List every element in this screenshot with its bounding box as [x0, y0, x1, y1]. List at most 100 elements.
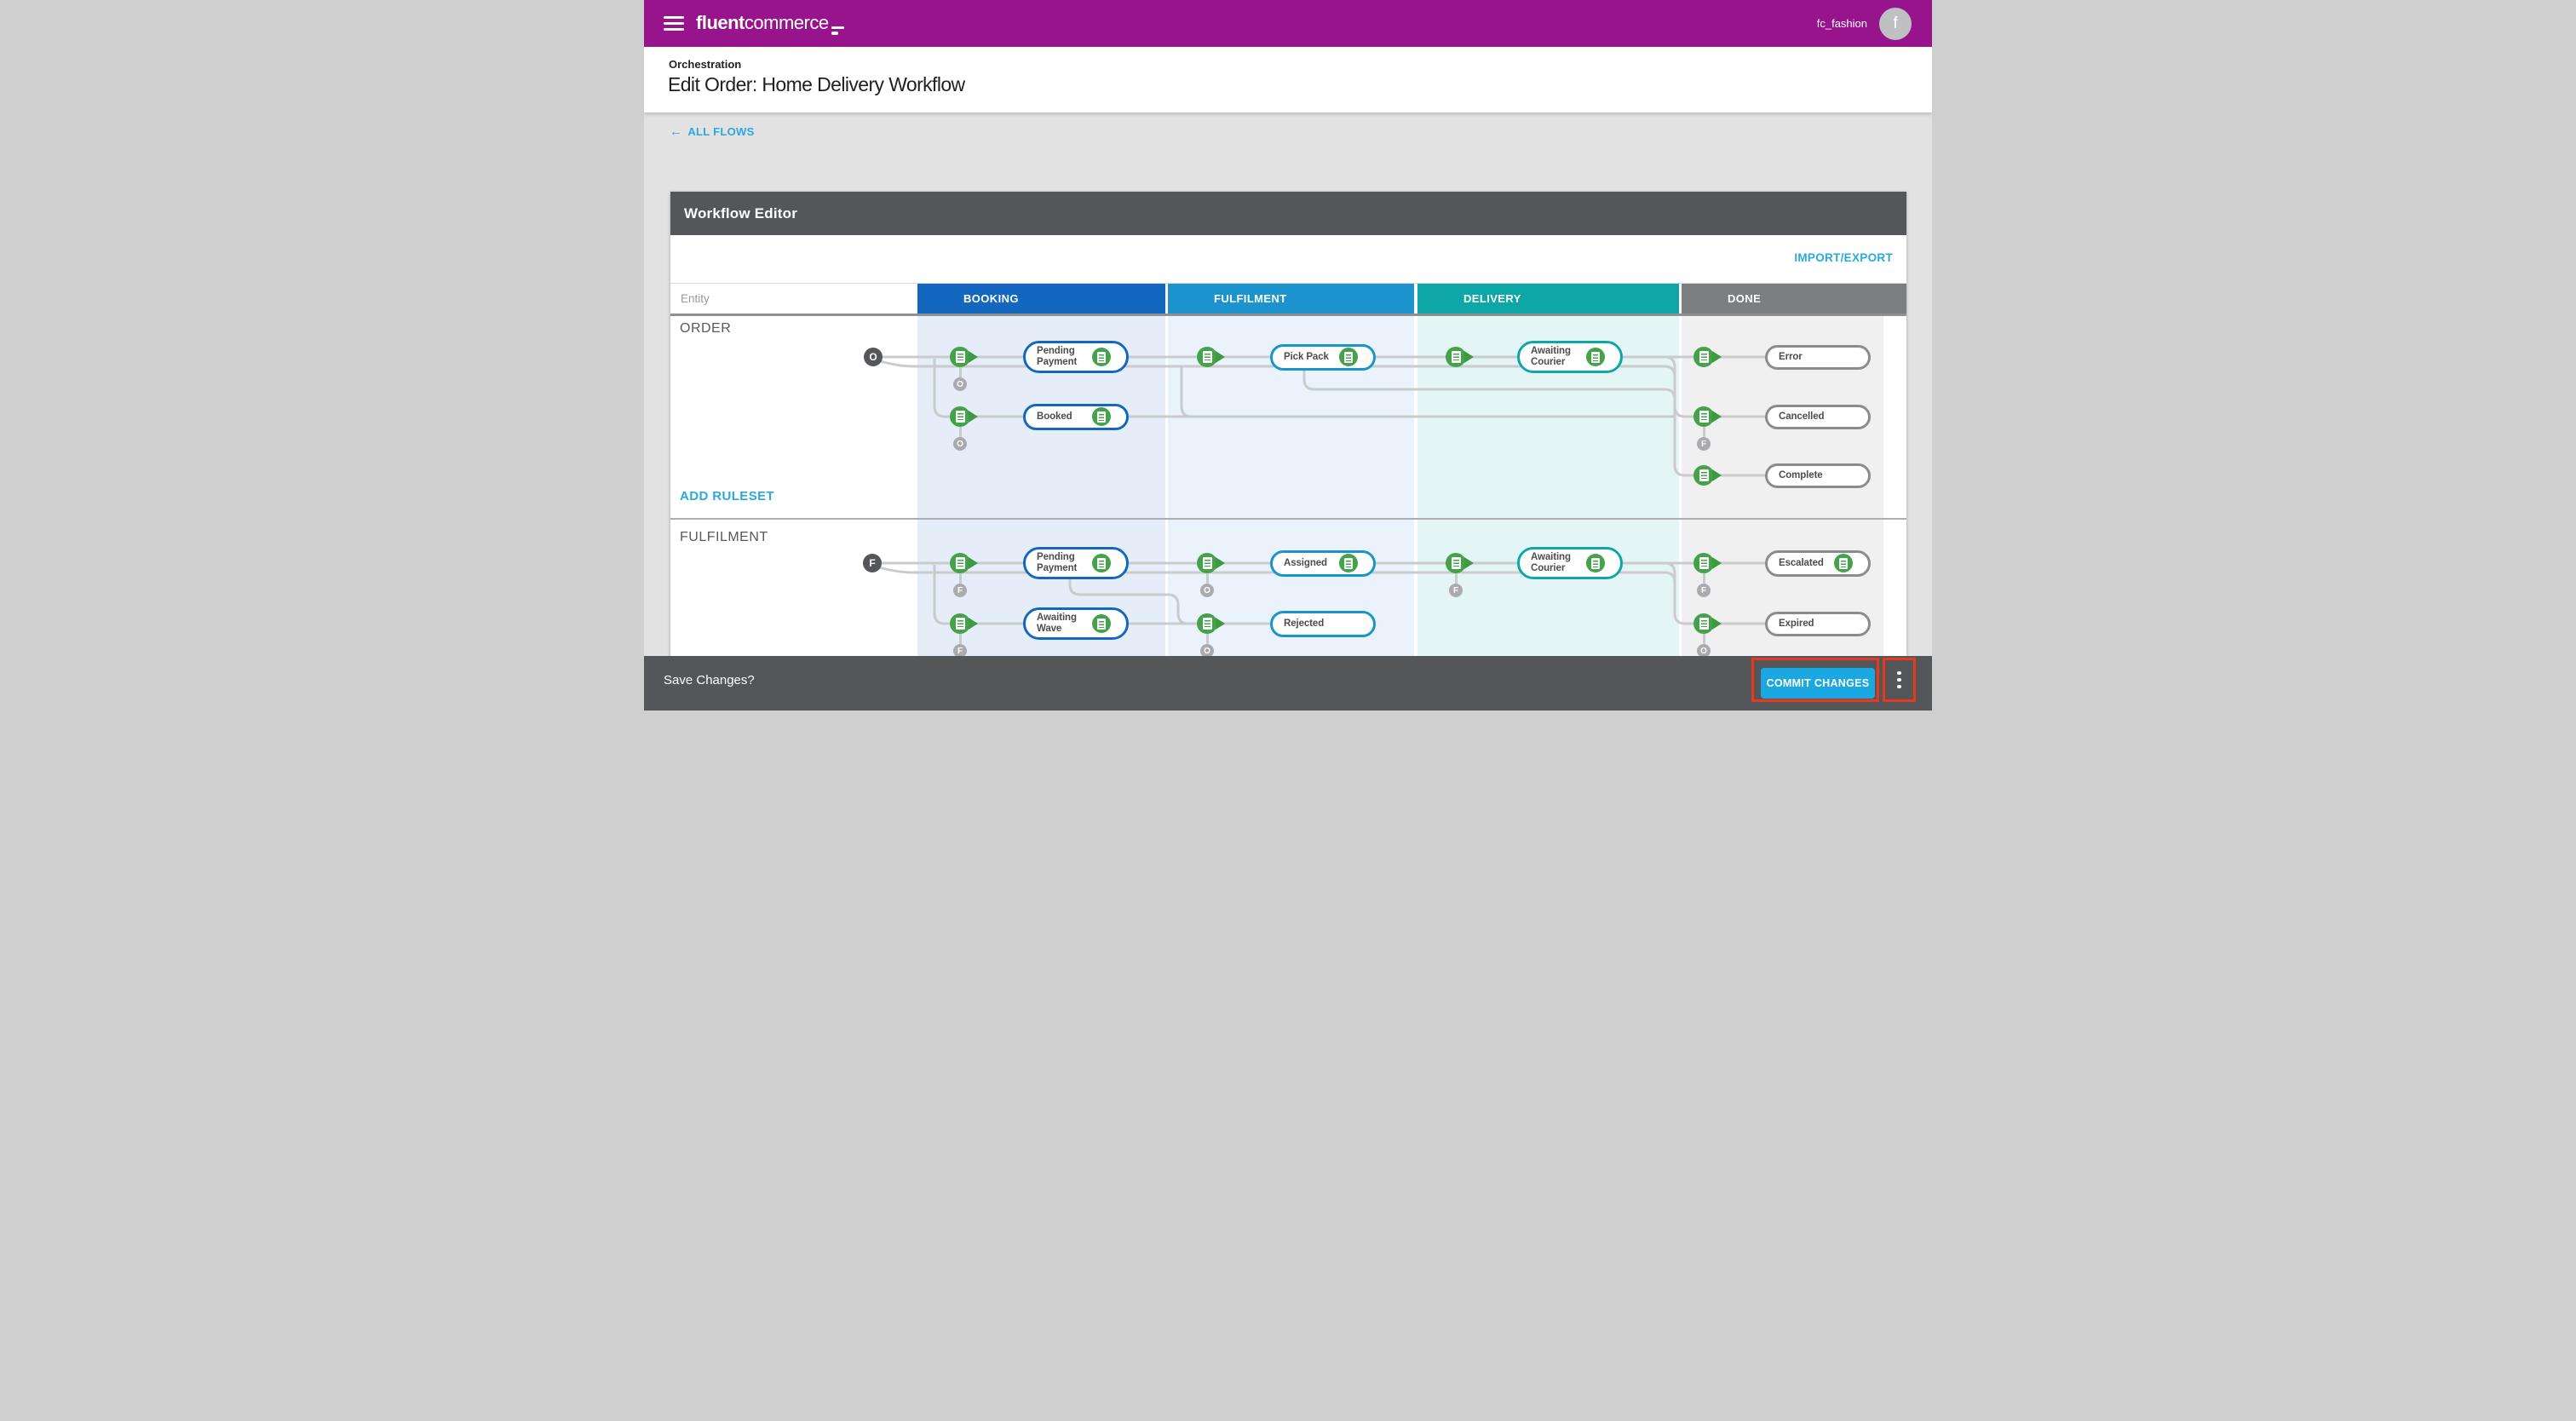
annotation-box-commit: COMMIT CHANGES [1751, 658, 1879, 702]
badge-stem [1455, 572, 1458, 584]
all-flows-link[interactable]: ← ALL FLOWS [670, 124, 755, 139]
flow-arrow-icon [1216, 351, 1225, 363]
panel-title: Workflow Editor [684, 205, 797, 222]
entity-type-badge-f: F [1697, 584, 1711, 597]
rules-doc-icon [1097, 618, 1106, 630]
panel-toolbar: IMPORT/EXPORT [670, 235, 1906, 284]
import-export-link[interactable]: IMPORT/EXPORT [1794, 251, 1893, 264]
ruleset-name: FULFILMENT [680, 530, 768, 545]
flow-arrow-icon [1464, 557, 1474, 569]
rules-doc-icon [1203, 351, 1212, 363]
state-node-label: Awaiting Courier [1520, 552, 1586, 573]
commit-changes-button[interactable]: COMMIT CHANGES [1761, 668, 1875, 699]
ruleset-icon[interactable] [1693, 553, 1714, 573]
state-rules-icon[interactable] [1092, 348, 1111, 366]
ruleset-icon[interactable] [950, 553, 970, 573]
avatar[interactable]: f [1879, 8, 1912, 40]
ruleset-icon[interactable] [1446, 553, 1466, 573]
ruleset-icon[interactable] [1197, 553, 1217, 573]
rules-doc-icon [1452, 351, 1461, 363]
all-flows-label: ALL FLOWS [687, 125, 754, 138]
ruleset-icon[interactable] [1693, 406, 1714, 427]
ruleset-icon[interactable] [950, 347, 970, 367]
rules-doc-icon [956, 557, 965, 569]
rules-doc-icon [1344, 352, 1353, 363]
state-node-expired[interactable]: Expired [1765, 612, 1871, 636]
workflow-editor-panel: Workflow Editor IMPORT/EXPORT Entity BOO… [670, 192, 1906, 710]
hamburger-menu-icon[interactable] [664, 16, 684, 31]
state-rules-icon[interactable] [1092, 614, 1111, 633]
column-header-row: Entity BOOKINGFULFILMENTDELIVERYDONE [670, 284, 1906, 314]
rules-doc-icon [1591, 558, 1600, 569]
badge-stem [959, 572, 962, 584]
entity-start-badge-o: O [864, 348, 883, 366]
state-node-awaiting-courier[interactable]: Awaiting Courier [1517, 547, 1623, 579]
entity-start-badge-f: F [863, 554, 882, 572]
app-header: fluentcommerce fc_fashion f [644, 0, 1932, 47]
ruleset-icon[interactable] [1197, 347, 1217, 367]
state-node-awaiting-wave[interactable]: Awaiting Wave [1023, 607, 1129, 640]
state-node-label: Error [1768, 352, 1834, 363]
entity-column-header: Entity [670, 284, 915, 314]
state-node-awaiting-courier[interactable]: Awaiting Courier [1517, 341, 1623, 373]
rules-doc-icon [1699, 469, 1709, 481]
badge-stem [959, 426, 962, 437]
state-node-assigned[interactable]: Assigned [1270, 550, 1376, 577]
rules-doc-icon [1839, 558, 1848, 569]
state-node-label: Escalated [1768, 558, 1834, 569]
state-node-pending-payment[interactable]: Pending Payment [1023, 341, 1129, 373]
state-node-error[interactable]: Error [1765, 345, 1871, 370]
ruleset-icon[interactable] [1693, 347, 1714, 367]
fluent-logo-mark-icon [831, 26, 844, 35]
state-rules-icon[interactable] [1092, 554, 1111, 572]
flow-arrow-icon [1712, 351, 1722, 363]
rules-doc-icon [1452, 557, 1461, 569]
state-rules-icon[interactable] [1586, 348, 1605, 366]
add-ruleset-link[interactable]: ADD RULESET [680, 489, 774, 503]
state-rules-icon[interactable] [1092, 407, 1111, 426]
state-node-pending-payment[interactable]: Pending Payment [1023, 547, 1129, 579]
ruleset-name: ORDER [680, 321, 731, 337]
stage-column-header-done: DONE [1682, 284, 1906, 314]
state-node-complete[interactable]: Complete [1765, 463, 1871, 488]
ruleset-icon[interactable] [1446, 347, 1466, 367]
flow-arrow-icon [969, 557, 978, 569]
state-rules-icon[interactable] [1834, 554, 1853, 572]
entity-type-badge-o: O [1200, 584, 1214, 597]
ruleset-icon[interactable] [950, 406, 970, 427]
ruleset-icon[interactable] [1693, 465, 1714, 486]
rules-doc-icon [1699, 557, 1709, 569]
ruleset-icon[interactable] [1693, 613, 1714, 634]
ruleset-icon[interactable] [1197, 613, 1217, 634]
ruleset-icon[interactable] [950, 613, 970, 634]
state-node-escalated[interactable]: Escalated [1765, 550, 1871, 577]
brand-logo: fluentcommerce [696, 12, 844, 35]
brand-bold: fluent [696, 12, 745, 34]
rules-doc-icon [1203, 618, 1212, 630]
back-arrow-icon: ← [670, 124, 682, 139]
ruleset-lanes: ORDER ADD RULESET O O O F Pending Payment Booke… [670, 316, 1906, 709]
flow-arrow-icon [969, 618, 978, 630]
section-label: Orchestration [669, 58, 741, 71]
state-node-label: Cancelled [1768, 411, 1834, 423]
flow-arrow-icon [1464, 351, 1474, 363]
stage-column-header-booking: BOOKING [917, 284, 1165, 314]
screen: fluentcommerce fc_fashion f Orchestratio… [644, 0, 1932, 710]
state-node-booked[interactable]: Booked [1023, 404, 1129, 430]
state-rules-icon[interactable] [1339, 348, 1358, 366]
kebab-menu-icon[interactable] [1885, 660, 1913, 699]
rules-doc-icon [1097, 411, 1106, 423]
flow-arrow-icon [1712, 411, 1722, 423]
rules-doc-icon [956, 411, 965, 423]
state-node-pick-pack[interactable]: Pick Pack [1270, 344, 1376, 371]
rules-doc-icon [1591, 352, 1600, 363]
state-rules-icon[interactable] [1586, 554, 1605, 572]
entity-type-badge-o: O [953, 437, 967, 451]
state-node-rejected[interactable]: Rejected [1270, 611, 1376, 637]
flow-arrow-icon [1712, 557, 1722, 569]
state-node-label: Pick Pack [1273, 352, 1339, 363]
state-node-cancelled[interactable]: Cancelled [1765, 405, 1871, 429]
state-rules-icon[interactable] [1339, 554, 1358, 572]
panel-header: Workflow Editor [670, 192, 1906, 235]
rules-doc-icon [1203, 557, 1212, 569]
